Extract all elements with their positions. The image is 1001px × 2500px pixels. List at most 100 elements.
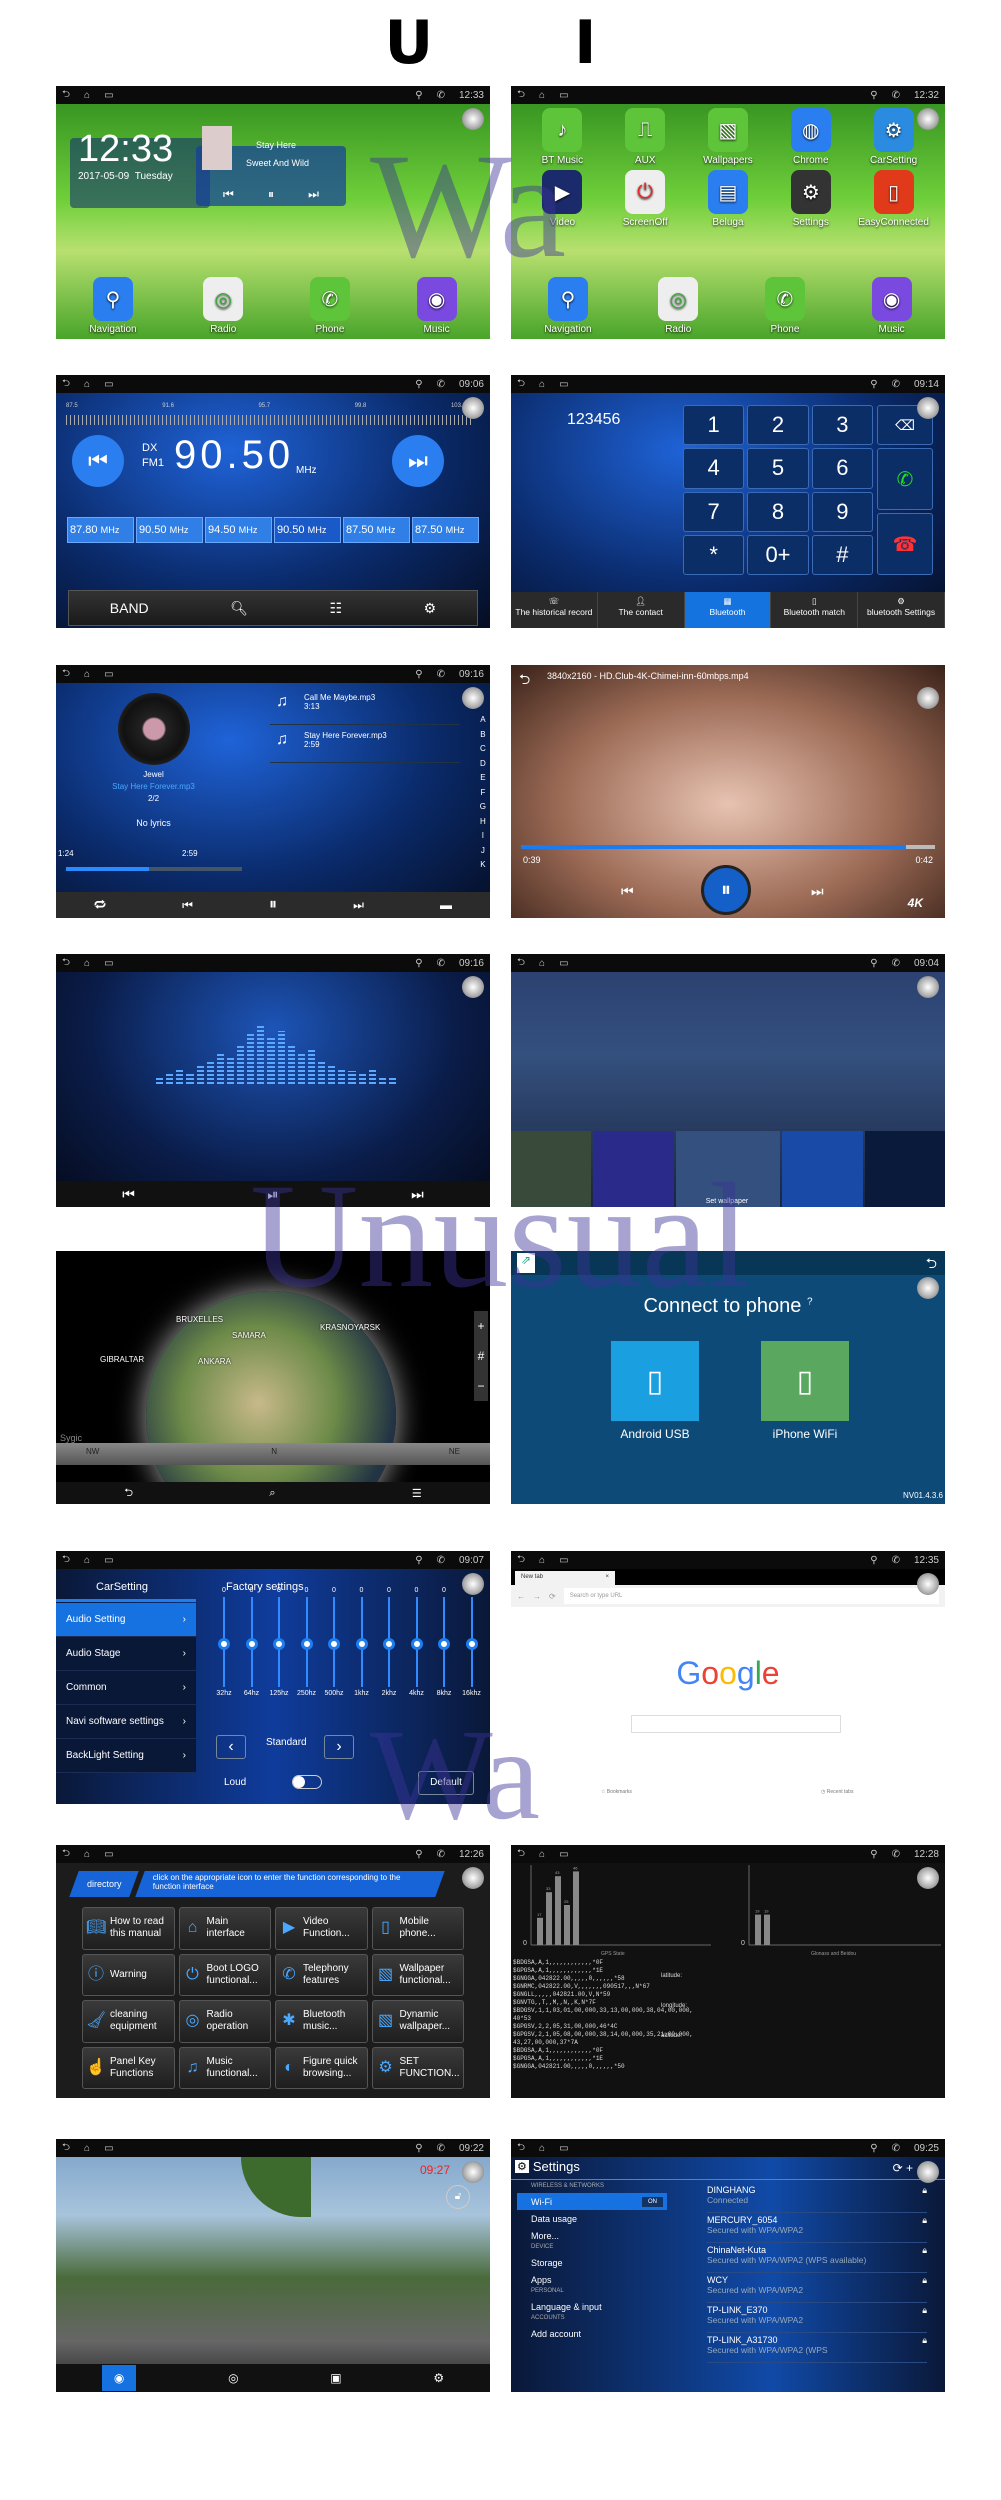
android-usb-button[interactable]: ▯ [611, 1341, 699, 1421]
manual-tile[interactable]: ✆ Telephony features [275, 1953, 368, 1996]
tab-the-historical-record[interactable]: ☏ The historical record [511, 592, 598, 628]
frequency-scale[interactable]: 87.5 91.6 95.7 99.8 103.9 [66, 403, 466, 409]
playback-icon[interactable]: ▣ [330, 2371, 341, 2385]
floating-button[interactable] [917, 108, 939, 130]
wallpaper-thumb[interactable] [782, 1131, 863, 1207]
back-icon[interactable]: ⮌ [124, 1484, 133, 1503]
slider-knob[interactable] [300, 1637, 313, 1650]
manual-tile[interactable]: ⓘ Warning [82, 1953, 175, 1996]
zoom-out-button[interactable]: − [477, 1379, 484, 1393]
recent-apps-icon[interactable]: ▭ [559, 379, 568, 390]
home-icon[interactable]: ⌂ [539, 1555, 545, 1566]
preset-button[interactable]: 94.50 MHz [205, 517, 272, 543]
record-button[interactable]: ◉ [101, 2365, 137, 2391]
manual-tile[interactable]: ♫ Music functional... [178, 2046, 271, 2089]
back-icon[interactable]: ⮌ [517, 87, 525, 104]
back-icon[interactable]: ⮌ [62, 376, 70, 393]
app-aux[interactable]: ⎍ AUX [604, 108, 687, 166]
lock-icon[interactable]: 🔓︎ [446, 2185, 470, 2209]
eq-band-slider[interactable]: 0 4khz [407, 1587, 427, 1697]
next-icon[interactable]: ⏭ [811, 883, 824, 900]
grid-icon[interactable]: # [478, 1349, 485, 1363]
equalizer-icon[interactable]: ☷ [330, 600, 343, 617]
app-screenoff[interactable]: ⏻ ScreenOff [604, 170, 687, 228]
next-icon[interactable]: ⏭ [353, 898, 364, 913]
apps-item[interactable]: Apps [517, 2271, 667, 2288]
key-7[interactable]: 7 [683, 491, 745, 532]
preset-button[interactable]: 87.50 MHz [412, 517, 479, 543]
home-icon[interactable]: ⌂ [84, 90, 90, 101]
zoom-in-button[interactable]: + [477, 1319, 484, 1333]
index-letter[interactable]: A [480, 713, 486, 728]
preset-button[interactable]: 90.50 MHz [274, 517, 341, 543]
url-input[interactable]: Search or type URL [563, 1588, 939, 1604]
index-letter[interactable]: I [480, 829, 486, 844]
folder-icon[interactable]: ▬ [440, 898, 452, 912]
index-letter[interactable]: H [480, 815, 486, 830]
home-icon[interactable]: ⌂ [84, 1555, 90, 1566]
repeat-icon[interactable]: 🔁︎ [94, 897, 106, 914]
slider-knob[interactable] [355, 1637, 368, 1650]
forward-icon[interactable]: → [533, 1592, 541, 1601]
eq-band-slider[interactable]: 0 250hz [297, 1587, 317, 1697]
city-label[interactable]: ANKARA [198, 1357, 231, 1366]
prev-icon[interactable]: ⏮ [223, 187, 234, 202]
home-icon[interactable]: ⌂ [539, 379, 545, 390]
city-label[interactable]: SAMARA [232, 1331, 266, 1340]
key-5[interactable]: 5 [747, 448, 809, 489]
manual-tile[interactable]: ⚙ SET FUNCTION... [371, 2046, 464, 2089]
pause-icon[interactable]: ⏸ [268, 187, 274, 202]
bookmarks-link[interactable]: ☆ Bookmarks [601, 1789, 632, 1795]
floating-button[interactable] [462, 108, 484, 130]
app-video[interactable]: ▶ Video [521, 170, 604, 228]
index-letter[interactable]: K [480, 858, 486, 873]
music-widget[interactable]: Stay Here Sweet And Wild ⏮ ⏸ ⏭ [196, 126, 346, 206]
recent-apps-icon[interactable]: ▭ [559, 1849, 568, 1860]
home-icon[interactable]: ⌂ [84, 669, 90, 680]
key-4[interactable]: 4 [683, 448, 745, 489]
language-item[interactable]: Language & input [517, 2298, 667, 2315]
app-wallpapers[interactable]: ▧ Wallpapers [687, 108, 770, 166]
wifi-network[interactable]: ChinaNet-Kuta Secured with WPA/WPA2 (WPS … [707, 2243, 927, 2273]
seek-back-button[interactable]: ⏮ [72, 435, 124, 487]
directory-tab[interactable]: directory [69, 1871, 139, 1897]
app-settings[interactable]: ⚙ Settings [769, 170, 852, 228]
app-easyconnected[interactable]: ▯ EasyConnected [852, 170, 935, 228]
manual-tile[interactable]: ▶ Video Function... [275, 1907, 368, 1950]
recent-apps-icon[interactable]: ▭ [104, 379, 113, 390]
back-icon[interactable]: ⮌ [62, 2140, 70, 2157]
floating-button[interactable] [462, 2161, 484, 2183]
app-bt-music[interactable]: ♪ BT Music [521, 108, 604, 166]
city-label[interactable]: KRASNOYARSK [320, 1323, 380, 1332]
video-progress[interactable] [521, 845, 935, 849]
recent-apps-icon[interactable]: ▭ [104, 2143, 113, 2154]
manual-tile[interactable]: ◎ Radio operation [178, 2000, 271, 2043]
slider-knob[interactable] [465, 1637, 478, 1650]
city-label[interactable]: GIBRALTAR [100, 1355, 144, 1364]
home-icon[interactable]: ⌂ [539, 90, 545, 101]
search-icon[interactable]: 🔍︎ [230, 600, 248, 617]
set-wallpaper-label[interactable]: Set wallpaper [706, 1198, 748, 1205]
preset-button[interactable]: 90.50 MHz [136, 517, 203, 543]
pause-button[interactable]: ⏸ [269, 896, 277, 914]
wifi-network[interactable]: MERCURY_6054 Secured with WPA/WPA2 🔒︎ [707, 2213, 927, 2243]
clock-widget[interactable]: 12:33 2017-05-09 Tuesday [70, 128, 210, 208]
dock-item-phone[interactable]: ✆ Phone [764, 277, 805, 335]
dock-item-music[interactable]: ◉ Music [416, 277, 457, 335]
key-1[interactable]: 1 [683, 405, 745, 446]
menu-backlight-setting[interactable]: BackLight Setting › [56, 1739, 196, 1773]
back-icon[interactable]: ⮌ [926, 1253, 937, 1277]
pause-button[interactable]: ⏸ [701, 865, 751, 915]
floating-button[interactable] [917, 397, 939, 419]
seek-forward-button[interactable]: ⏭ [392, 435, 444, 487]
wallpaper-thumb[interactable] [593, 1131, 674, 1207]
wifi-network[interactable]: DINGHANG Connected 🔒︎ [707, 2183, 927, 2213]
wallpaper-thumb-selected[interactable]: Set wallpaper [675, 1131, 781, 1207]
dock-item-music[interactable]: ◉ Music [871, 277, 912, 335]
eq-band-slider[interactable]: 0 8khz [434, 1587, 454, 1697]
home-icon[interactable]: ⌂ [84, 1849, 90, 1860]
floating-button[interactable] [917, 1277, 939, 1299]
slider-knob[interactable] [438, 1637, 450, 1650]
index-letter[interactable]: E [480, 771, 486, 786]
index-letter[interactable]: F [480, 786, 486, 801]
